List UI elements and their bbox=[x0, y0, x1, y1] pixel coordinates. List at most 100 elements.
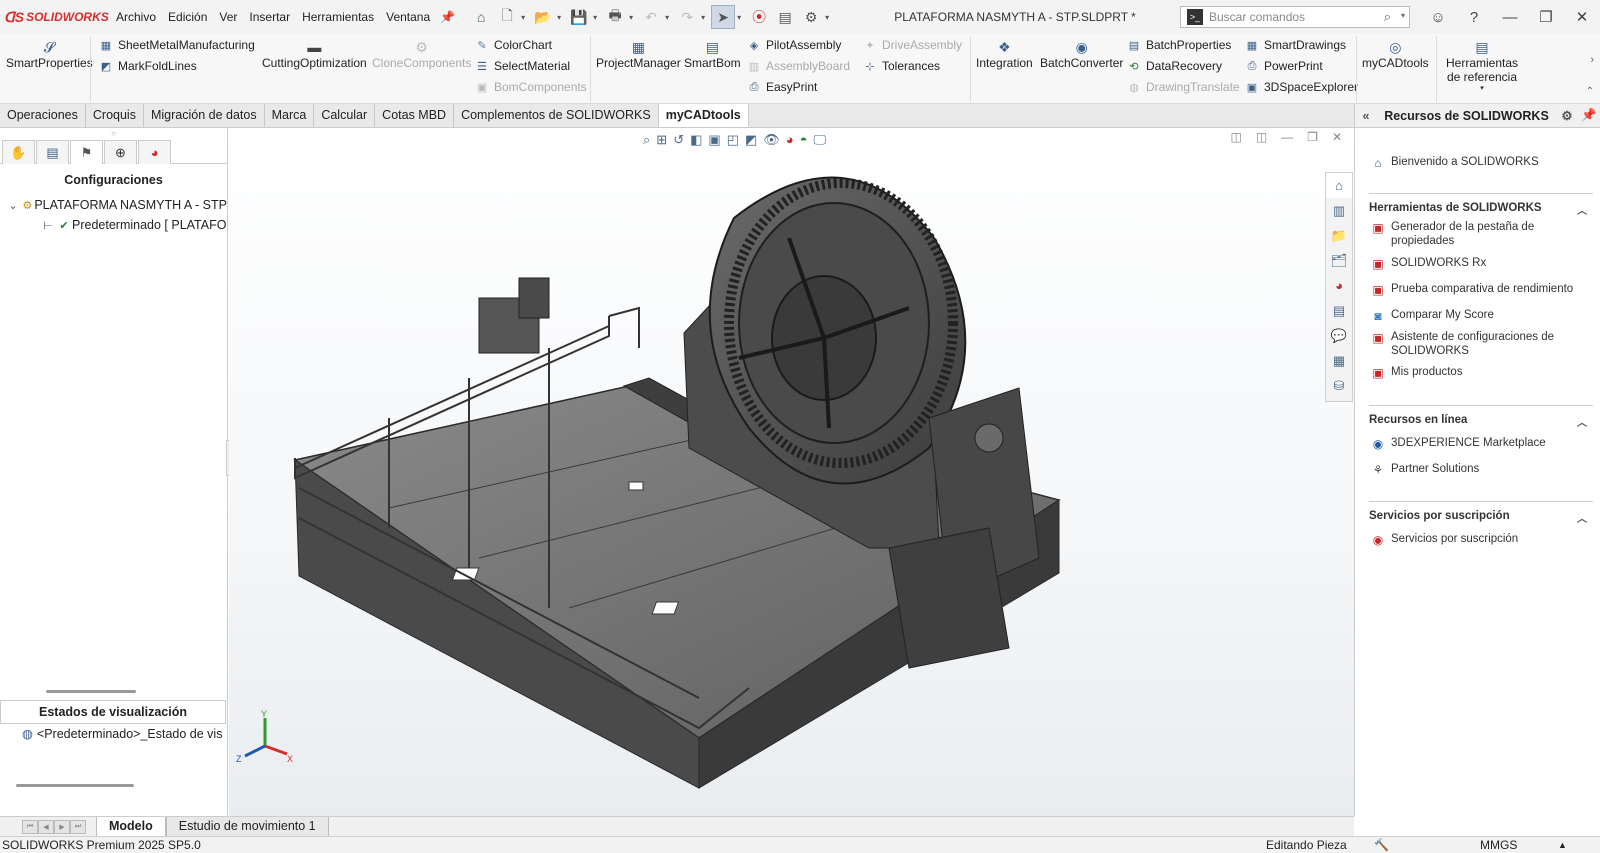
batchproperties-button[interactable]: ▤ BatchProperties bbox=[1126, 38, 1232, 52]
menu-insertar[interactable]: Insertar bbox=[243, 0, 296, 34]
home-icon[interactable]: ⌂ bbox=[469, 5, 493, 29]
batchconverter-button[interactable]: ◉ BatchConverter bbox=[1040, 38, 1123, 71]
redo-dropdown-icon[interactable]: ▾ bbox=[701, 13, 709, 22]
forum-icon[interactable]: 💬 bbox=[1326, 323, 1352, 348]
welcome-link[interactable]: ⌂ Bienvenido a SOLIDWORKS bbox=[1369, 155, 1538, 171]
open-icon[interactable]: 📂 bbox=[531, 5, 555, 29]
menu-edicion[interactable]: Edición bbox=[162, 0, 213, 34]
search-dropdown-icon[interactable]: ▾ bbox=[1401, 11, 1405, 20]
menu-ventana[interactable]: Ventana bbox=[380, 0, 436, 34]
subscription-section-header[interactable]: Servicios por suscripción ︿ bbox=[1369, 501, 1593, 525]
units-dropdown-icon[interactable]: ▲ bbox=[1558, 837, 1567, 853]
markfold-button[interactable]: ◩ MarkFoldLines bbox=[98, 59, 197, 73]
search-icon[interactable]: ⌕ bbox=[1384, 9, 1391, 25]
online-link[interactable]: ◉ 3DEXPERIENCE Marketplace bbox=[1369, 436, 1546, 452]
pilotassembly-button[interactable]: ◈ PilotAssembly bbox=[746, 38, 842, 52]
redo-icon[interactable]: ↷ bbox=[675, 5, 699, 29]
tool-link[interactable]: ▣ Generador de la pestaña de propiedades bbox=[1369, 220, 1569, 248]
visual-state-item[interactable]: ◍ <Predeterminado>_Estado de vis bbox=[22, 726, 222, 742]
chevron-up-icon[interactable]: ︿ bbox=[1577, 202, 1587, 217]
tree-root-item[interactable]: ⌄ ⚙ PLATAFORMA NASMYTH A - STP bbox=[0, 195, 227, 215]
file-properties-icon[interactable]: ▤ bbox=[773, 5, 797, 29]
smartproperties-button[interactable]: 𝓢 SmartProperties bbox=[6, 38, 93, 71]
clone-button[interactable]: ⚙ CloneComponents bbox=[372, 38, 471, 71]
tab-operaciones[interactable]: Operaciones bbox=[0, 104, 86, 127]
smartdrawings-button[interactable]: ▦ SmartDrawings bbox=[1244, 38, 1346, 52]
online-section-header[interactable]: Recursos en línea ︿ bbox=[1369, 405, 1593, 429]
first-tab-icon[interactable]: ⏮ bbox=[22, 819, 38, 834]
view-palette-icon[interactable]: ▦ bbox=[1326, 348, 1352, 373]
tab-cotas-mbd[interactable]: Cotas MBD bbox=[375, 104, 455, 127]
unit-system[interactable]: MMGS bbox=[1480, 837, 1517, 853]
open-dropdown-icon[interactable]: ▾ bbox=[557, 13, 565, 22]
colorchart-button[interactable]: ✎ ColorChart bbox=[474, 38, 552, 52]
chevron-up-icon[interactable]: ︿ bbox=[1577, 414, 1587, 429]
visual-states-scrollbar[interactable] bbox=[16, 784, 134, 787]
bomcomponents-button[interactable]: ▣ BomComponents bbox=[474, 80, 587, 94]
sheetmetal-button[interactable]: ▦ SheetMetalManufacturing bbox=[98, 38, 255, 52]
prev-tab-icon[interactable]: ◀ bbox=[38, 819, 54, 834]
save-dropdown-icon[interactable]: ▾ bbox=[593, 13, 601, 22]
tree-scrollbar[interactable] bbox=[46, 690, 136, 693]
powerprint-button[interactable]: ⎙ PowerPrint bbox=[1244, 59, 1323, 73]
tab-mycadtools[interactable]: myCADtools bbox=[658, 104, 749, 127]
collapse-pane-icon[interactable]: « bbox=[1355, 109, 1377, 123]
tab-calcular[interactable]: Calcular bbox=[314, 104, 376, 127]
file-explorer-icon[interactable]: 🗂 bbox=[1326, 248, 1352, 273]
tab-marca[interactable]: Marca bbox=[265, 104, 315, 127]
dimxpert-tab-icon[interactable]: ⊕ bbox=[104, 140, 137, 164]
nasmyth-platform-model[interactable] bbox=[229, 128, 1354, 816]
tolerances-button[interactable]: ⊹ Tolerances bbox=[862, 59, 940, 73]
driveassembly-button[interactable]: ✦ DriveAssembly bbox=[862, 38, 962, 52]
spaceexplorer-button[interactable]: ▣ 3DSpaceExplorer bbox=[1244, 80, 1358, 94]
featuremanager-tab-icon[interactable]: ✋ bbox=[2, 140, 35, 164]
menu-ver[interactable]: Ver bbox=[213, 0, 243, 34]
datarecovery-button[interactable]: ⟲ DataRecovery bbox=[1126, 59, 1222, 73]
solidworks-logo[interactable]: ᗡS SOLIDWORKS bbox=[0, 9, 110, 26]
custom-properties-icon[interactable]: ▤ bbox=[1326, 298, 1352, 323]
select-dropdown-icon[interactable]: ▾ bbox=[737, 13, 745, 22]
traffic-light-icon[interactable]: ⦿ bbox=[747, 5, 771, 29]
pin-icon[interactable]: 📌 bbox=[440, 10, 455, 24]
chevron-up-icon[interactable]: ︿ bbox=[1577, 510, 1587, 525]
options-gear-icon[interactable]: ⚙ bbox=[799, 5, 823, 29]
new-dropdown-icon[interactable]: ▾ bbox=[521, 13, 529, 22]
home-resources-icon[interactable]: ⌂ bbox=[1326, 173, 1352, 198]
tab-motion-study[interactable]: Estudio de movimiento 1 bbox=[165, 816, 329, 837]
last-tab-icon[interactable]: ⏭ bbox=[70, 819, 86, 834]
drawingtranslate-button[interactable]: ◍ DrawingTranslate bbox=[1126, 80, 1239, 94]
assemblyboard-button[interactable]: ▥ AssemblyBoard bbox=[746, 59, 850, 73]
appearances-icon[interactable]: ◕ bbox=[1326, 273, 1352, 298]
projectmanager-button[interactable]: ▦ ProjectManager bbox=[596, 38, 681, 71]
online-link[interactable]: ⚘ Partner Solutions bbox=[1369, 462, 1480, 478]
pane-settings-icon[interactable]: ⚙ bbox=[1556, 108, 1578, 123]
next-tab-icon[interactable]: ▶ bbox=[54, 819, 70, 834]
smartbom-button[interactable]: ▤ SmartBom bbox=[684, 38, 741, 71]
selectmaterial-button[interactable]: ☰ SelectMaterial bbox=[474, 59, 570, 73]
propertymanager-tab-icon[interactable]: ▤ bbox=[36, 140, 69, 164]
help-icon[interactable]: ? bbox=[1456, 9, 1492, 26]
subscription-link[interactable]: ◉ Servicios por suscripción bbox=[1369, 532, 1518, 548]
integration-button[interactable]: ❖ Integration bbox=[976, 38, 1033, 71]
undo-dropdown-icon[interactable]: ▾ bbox=[665, 13, 673, 22]
expand-chevron-icon[interactable]: ⌄ bbox=[6, 199, 20, 212]
tool-link[interactable]: ▣ Asistente de configuraciones de SOLIDWO… bbox=[1369, 330, 1569, 358]
print-dropdown-icon[interactable]: ▾ bbox=[629, 13, 637, 22]
minimize-button[interactable]: — bbox=[1492, 9, 1528, 26]
print-icon[interactable]: 🖶 bbox=[603, 5, 627, 29]
ribbon-arrow-icon[interactable]: › bbox=[1590, 54, 1594, 66]
tab-croquis[interactable]: Croquis bbox=[86, 104, 144, 127]
panel-grip-icon[interactable]: ○ bbox=[0, 128, 227, 140]
command-search[interactable]: >_ Buscar comandos ⌕ ▾ bbox=[1180, 6, 1410, 28]
mycadtools-button[interactable]: ◎ myCADtools bbox=[1362, 38, 1429, 71]
tool-link[interactable]: ▣ SOLIDWORKS Rx bbox=[1369, 256, 1486, 272]
data-icon[interactable]: ⛁ bbox=[1326, 373, 1352, 398]
pane-pin-icon[interactable]: 📌 bbox=[1578, 108, 1600, 123]
menu-herramientas[interactable]: Herramientas bbox=[296, 0, 380, 34]
3d-contentcentral-icon[interactable]: ▥ bbox=[1326, 198, 1352, 223]
menu-archivo[interactable]: Archivo bbox=[110, 0, 162, 34]
easyprint-button[interactable]: ⎙ EasyPrint bbox=[746, 80, 818, 94]
tool-link[interactable]: ◙ Comparar My Score bbox=[1369, 308, 1494, 324]
restore-button[interactable]: ❐ bbox=[1528, 8, 1564, 26]
close-button[interactable]: ✕ bbox=[1564, 8, 1600, 26]
